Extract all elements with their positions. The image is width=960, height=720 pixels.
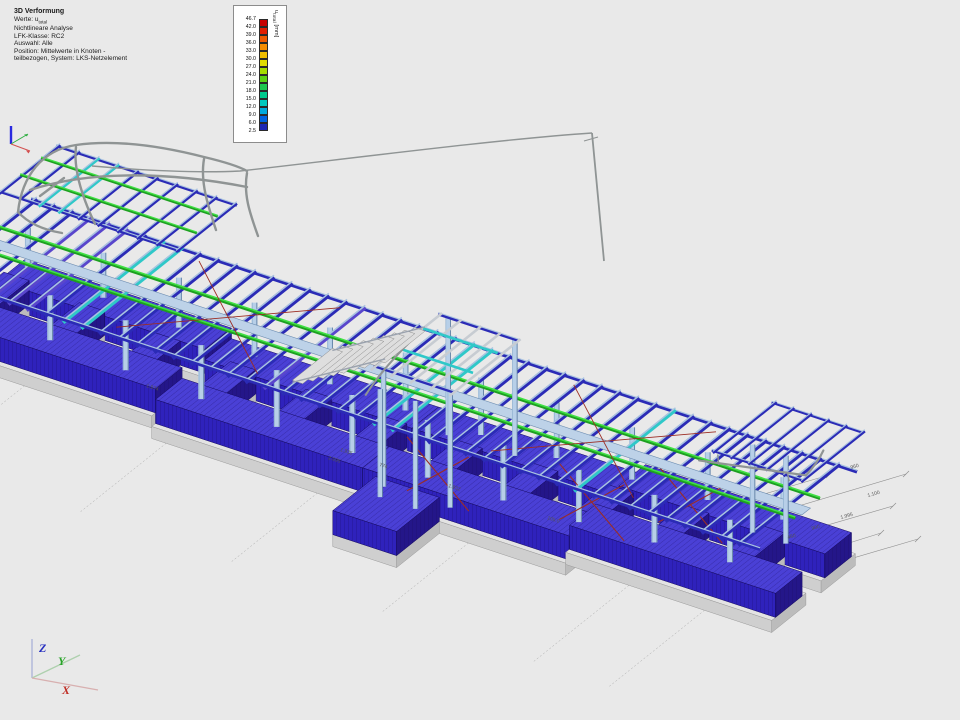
legend-value-label: 33.0 — [237, 48, 256, 54]
dimension-label: 960 — [850, 463, 860, 471]
y-axis-line — [32, 655, 80, 678]
mini-y-axis-icon — [11, 134, 28, 144]
legend-color-cell — [259, 43, 268, 51]
legend-color-cell — [259, 99, 268, 107]
legend-color-cell — [259, 59, 268, 67]
overhead-wire — [92, 133, 604, 261]
legend-color-cell — [259, 91, 268, 99]
legend-color-cell — [259, 75, 268, 83]
result-info-panel: 3D Verformung Werte: utotal Nichtlineare… — [14, 8, 127, 63]
dimension-label: 1.100 — [867, 490, 881, 499]
legend-color-cell — [259, 19, 268, 27]
legend-color-cell — [259, 83, 268, 91]
legend-value-label: 46.7 — [237, 16, 256, 22]
legend-value-label: 15.0 — [237, 96, 256, 102]
z-axis-label: Z — [38, 641, 47, 655]
result-info-line: Auswahl: Alle — [14, 40, 127, 48]
legend-value-label: 27.0 — [237, 64, 256, 70]
legend-value-label: 21.0 — [237, 80, 256, 86]
legend-color-cell — [259, 115, 268, 123]
mini-axis-indicator — [4, 120, 48, 160]
y-axis-label: Y — [58, 654, 67, 668]
legend-title: utotal [mm] — [272, 10, 279, 38]
result-info-line: teilbezogen, System: LKS-Netzelement — [14, 55, 127, 63]
legend-color-cell — [259, 51, 268, 59]
result-info-werte: Werte: utotal — [14, 16, 127, 26]
legend-value-label: 30.0 — [237, 56, 256, 62]
viewport-3d[interactable]: 1.9741.9357741.9322.095105.04509001.9951… — [0, 0, 960, 720]
mini-x-arrow-icon — [26, 151, 30, 154]
legend-color-cell — [259, 107, 268, 115]
legend-color-cell — [259, 67, 268, 75]
viewport-background: 1.9741.9357741.9322.095105.04509001.9951… — [0, 0, 960, 720]
legend-panel[interactable]: utotal [mm] 46.7 42.0 39.0 36.0 33.0 30.0 27.0… — [233, 5, 287, 143]
mini-x-axis-icon — [11, 144, 30, 151]
legend-value-label: 42.0 — [237, 24, 256, 30]
legend-value-label: 12.0 — [237, 104, 256, 110]
x-axis-label: X — [61, 683, 71, 697]
legend-value-label: 6.0 — [237, 120, 256, 126]
legend-value-label: 24.0 — [237, 72, 256, 78]
legend-value-label: 36.0 — [237, 40, 256, 46]
result-info-lines: Nichtlineare AnalyseLFK-Klasse: RC2Auswa… — [14, 25, 127, 63]
result-info-title: 3D Verformung — [14, 8, 127, 16]
global-axis-triad: Z Y X — [16, 630, 136, 702]
result-info-line: LFK-Klasse: RC2 — [14, 33, 127, 41]
legend-value-label: 39.0 — [237, 32, 256, 38]
result-info-line: Position: Mittelwerte in Knoten - — [14, 48, 127, 56]
result-info-line: Nichtlineare Analyse — [14, 25, 127, 33]
legend-value-label: 9.0 — [237, 112, 256, 118]
legend-value-label: 2.5 — [237, 128, 256, 134]
legend-color-cell — [259, 123, 268, 131]
legend-color-cell — [259, 35, 268, 43]
legend-color-cell — [259, 27, 268, 35]
legend-value-label: 18.0 — [237, 88, 256, 94]
